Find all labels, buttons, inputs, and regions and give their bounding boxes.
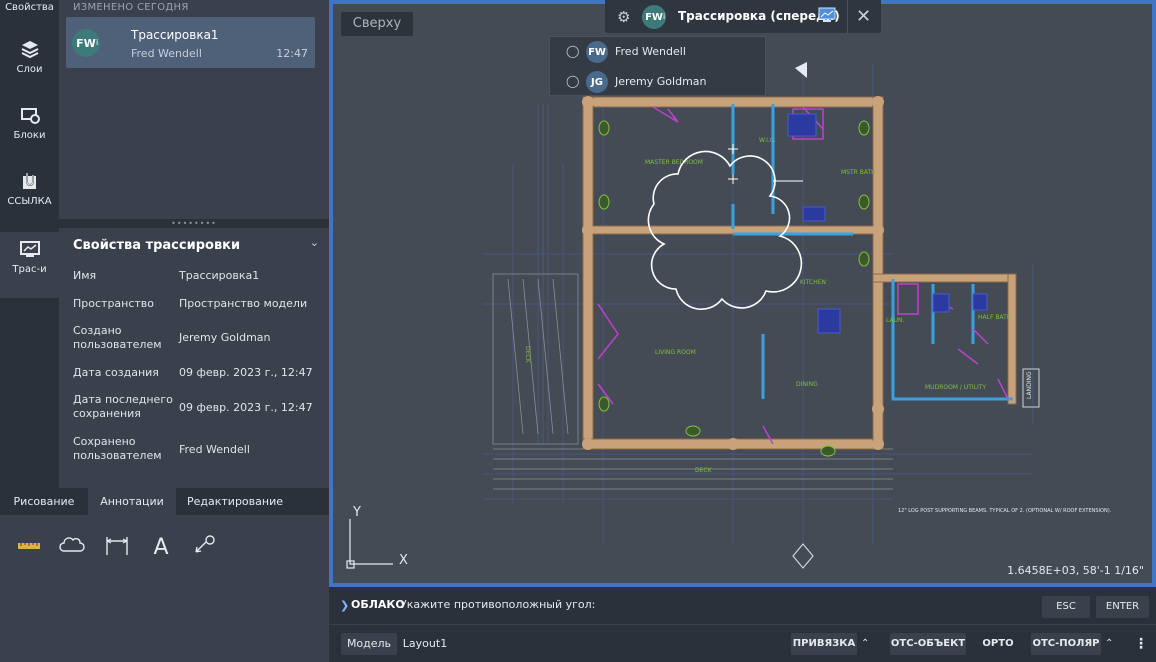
prop-key: Пространство — [73, 297, 155, 310]
coordinate-readout: 1.6458E+03, 58'-1 1/16" — [1007, 564, 1144, 577]
status-bar: Модель Layout1 ПРИВЯЗКА ⌃ ОТС-ОБЪЕКТ ОРТ… — [329, 625, 1156, 662]
user-name: Jeremy Goldman — [615, 75, 707, 88]
prop-value: Трассировка1 — [179, 269, 260, 282]
plan-label-dining: DINING — [796, 381, 818, 388]
object-tracking-toggle[interactable]: ОТС-ОБЪЕКТ — [890, 633, 966, 655]
app-window: Свойства Слои Блоки ССЫЛКА Трас-и ИЗМЕНЕ… — [0, 0, 1156, 662]
plan-label-half-bath: HALF BATH — [978, 314, 1011, 321]
gear-icon[interactable]: ⚙ — [617, 8, 630, 26]
collapse-chevron-icon[interactable]: ⌄ — [310, 236, 319, 249]
tab-draw[interactable]: Рисование — [0, 488, 88, 515]
tab-edit[interactable]: Редактирование — [176, 488, 294, 515]
command-keyword: ОБЛАКО — [351, 598, 405, 611]
plan-label-deck-side: DECK — [524, 346, 531, 364]
lightbulb-icon[interactable]: ◯ — [566, 44, 579, 58]
user-name: Fred Wendell — [615, 45, 686, 58]
properties-title: Свойства трассировки — [73, 238, 241, 253]
plan-label-kitchen: KITCHEN — [800, 279, 826, 286]
trace-time: 12:47 — [276, 47, 308, 60]
lightbulb-icon[interactable]: ◯ — [566, 74, 579, 88]
prop-key: Дата последнего сохранения — [73, 393, 173, 420]
plan-label-living: LIVING ROOM — [655, 349, 696, 356]
command-line[interactable]: ❯ ОБЛАКО Укажите противоположный угол: E… — [329, 587, 1156, 625]
prop-key: Создано пользователем — [73, 324, 162, 351]
prop-value: Jeremy Goldman — [179, 331, 271, 344]
text-icon[interactable]: A — [147, 533, 175, 559]
revision-cloud-icon[interactable] — [58, 533, 86, 559]
trace-user: Fred Wendell — [131, 47, 202, 60]
rail-properties-label: Свойства — [5, 2, 54, 13]
view-cube-label[interactable]: Сверху — [341, 12, 413, 36]
divider — [847, 0, 848, 33]
prop-value: 09 февр. 2023 г., 12:47 — [179, 401, 313, 414]
tab-annotate[interactable]: Аннотации — [88, 488, 176, 515]
tab-layout1[interactable]: Layout1 — [402, 633, 448, 655]
tab-model[interactable]: Модель — [341, 633, 397, 655]
side-rail: Свойства Слои Блоки ССЫЛКА Трас-и — [0, 0, 59, 488]
blocks-icon — [20, 108, 40, 124]
close-icon[interactable]: ✕ — [856, 6, 871, 27]
command-prompt: Укажите противоположный угол: — [400, 598, 596, 611]
enter-button[interactable]: ENTER — [1096, 596, 1149, 618]
xref-icon — [22, 173, 36, 189]
rail-layers-label: Слои — [16, 64, 43, 75]
trace-card[interactable]: FW i Трассировка1 Fred Wendell 12:47 — [66, 17, 315, 68]
traces-icon — [19, 241, 40, 257]
trace-properties: Свойства трассировки ⌄ Имя Трассировка1 … — [59, 228, 329, 488]
trace-title: Трассировка (спереди) — [678, 9, 840, 23]
chevron-up-icon[interactable]: ⌃ — [1105, 633, 1113, 655]
chevron-right-icon: ❯ — [340, 599, 350, 612]
plan-label-laun: LAUN. — [886, 317, 904, 324]
rail-layers[interactable]: Слои — [0, 38, 59, 104]
tool-tabs: Рисование Аннотации Редактирование — [0, 488, 329, 515]
prop-value: Пространство модели — [179, 297, 308, 310]
esc-button[interactable]: ESC — [1042, 596, 1090, 618]
dimension-icon[interactable] — [103, 533, 131, 559]
plan-label-mudroom: MUDROOM / UTILITY — [925, 384, 986, 391]
trace-users-dropdown: ◯ FW Fred Wendell ◯ JG Jeremy Goldman — [549, 36, 766, 96]
grip-icon: •••••••• — [171, 219, 217, 228]
plan-label-landing: LANDING — [1026, 371, 1033, 399]
ucs-x-label: X — [399, 553, 408, 568]
plan-label-mstr-bath: MSTR BATH — [841, 169, 876, 176]
list-item[interactable]: ◯ FW Fred Wendell — [550, 37, 767, 67]
polar-tracking-toggle[interactable]: ОТС-ПОЛЯР — [1031, 633, 1101, 655]
info-icon: i — [663, 12, 666, 21]
monitor-icon[interactable] — [818, 7, 836, 23]
rail-xref[interactable]: ССЫЛКА — [0, 170, 59, 236]
prop-value: 09 февр. 2023 г., 12:47 — [179, 366, 313, 379]
layers-icon — [21, 41, 38, 59]
prop-key: Сохранено пользователем — [73, 435, 162, 462]
avatar: JG — [586, 71, 608, 93]
ortho-toggle[interactable]: ОРТО — [977, 633, 1019, 655]
more-options-icon[interactable]: ⋮ — [1134, 633, 1148, 655]
trace-toolbar: ⚙ FW i Трассировка (спереди) ✕ — [605, 0, 881, 33]
leader-icon[interactable] — [190, 533, 218, 559]
plan-label-master: MASTER BEDROOM — [645, 159, 703, 166]
info-icon: i — [96, 38, 99, 47]
ucs-y-label: Y — [352, 505, 361, 520]
svg-text:A: A — [153, 535, 168, 559]
prop-key: Дата создания — [73, 366, 159, 379]
snap-toggle[interactable]: ПРИВЯЗКА — [791, 633, 857, 655]
prop-value: Fred Wendell — [179, 443, 250, 456]
rail-traces-label: Трас-и — [12, 264, 47, 275]
annotation-tools: A — [0, 515, 329, 662]
trace-name: Трассировка1 — [131, 28, 219, 42]
rail-properties[interactable]: Свойства — [0, 0, 59, 24]
plan-note: 12" LOG POST SUPPORTING BEAMS. TYPICAL O… — [898, 508, 1112, 514]
plan-label-deck: DECK — [695, 467, 713, 474]
rail-traces[interactable]: Трас-и — [0, 232, 59, 298]
section-header: ИЗМЕНЕНО СЕГОДНЯ — [73, 2, 189, 13]
rail-blocks-label: Блоки — [13, 130, 46, 141]
prop-key: Имя — [73, 269, 97, 282]
rail-xref-label: ССЫЛКА — [7, 196, 52, 207]
ruler-icon[interactable] — [15, 533, 43, 559]
plan-label-wic: W.I.C. — [759, 137, 776, 144]
chevron-up-icon[interactable]: ⌃ — [861, 633, 869, 655]
avatar: FW — [586, 41, 608, 63]
rail-blocks[interactable]: Блоки — [0, 104, 59, 170]
list-item[interactable]: ◯ JG Jeremy Goldman — [550, 67, 767, 97]
panel-splitter[interactable]: •••••••• — [59, 219, 329, 228]
